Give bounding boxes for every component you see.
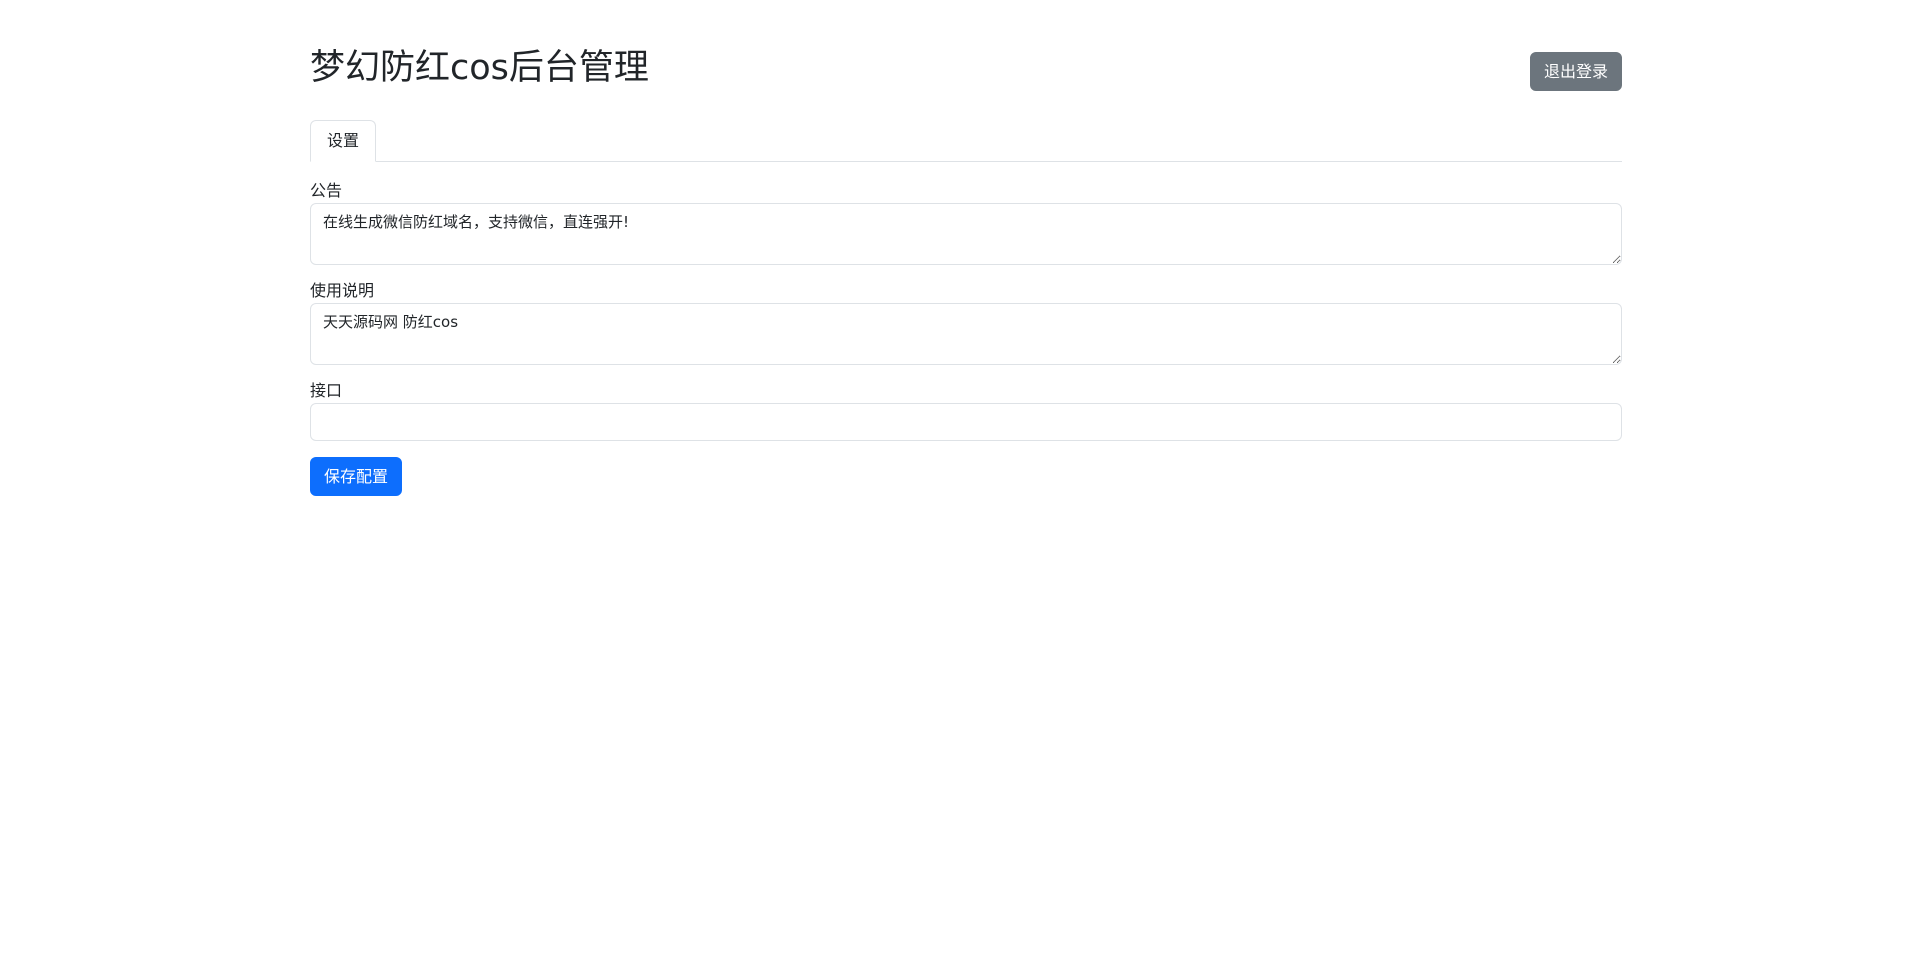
instructions-label: 使用说明: [310, 281, 375, 300]
api-field-group: 接口: [310, 381, 1622, 441]
settings-form: 公告 在线生成微信防红域名，支持微信，直连强开! 使用说明 天天源码网 防红co…: [310, 162, 1622, 496]
api-input[interactable]: [310, 403, 1622, 441]
instructions-field-group: 使用说明 天天源码网 防红cos: [310, 281, 1622, 365]
notice-textarea[interactable]: 在线生成微信防红域名，支持微信，直连强开!: [310, 203, 1622, 265]
notice-label: 公告: [310, 181, 343, 200]
tab-bar: 设置: [310, 120, 1622, 162]
instructions-textarea[interactable]: 天天源码网 防红cos: [310, 303, 1622, 365]
page-header: 梦幻防红cos后台管理 退出登录: [310, 0, 1622, 120]
tab-settings[interactable]: 设置: [310, 120, 377, 162]
main-container: 梦幻防红cos后台管理 退出登录 设置 公告 在线生成微信防红域名，支持微信，直…: [310, 0, 1622, 496]
notice-field-group: 公告 在线生成微信防红域名，支持微信，直连强开!: [310, 181, 1622, 265]
save-config-button[interactable]: 保存配置: [310, 457, 403, 496]
logout-button[interactable]: 退出登录: [1529, 52, 1622, 91]
api-label: 接口: [310, 381, 343, 400]
page-title: 梦幻防红cos后台管理: [310, 48, 649, 88]
